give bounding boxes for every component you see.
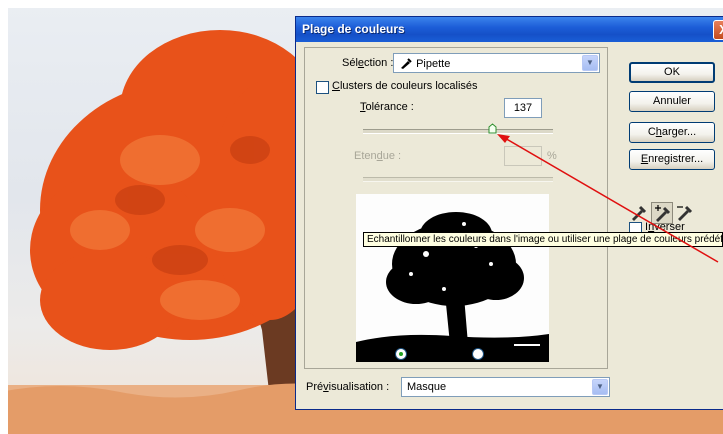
pipette-icon xyxy=(401,58,412,69)
ok-button[interactable]: OK xyxy=(629,62,715,83)
load-button[interactable]: Charger... xyxy=(629,122,715,143)
close-icon: X xyxy=(719,22,723,37)
eyedropper-minus-icon xyxy=(677,205,693,221)
selection-dropdown[interactable]: Pipette ▼ xyxy=(393,53,600,73)
mask-preview xyxy=(356,194,549,362)
eyedropper-plus-icon xyxy=(655,205,671,222)
image-radio[interactable] xyxy=(472,348,484,360)
preview-mode-label: Prévisualisation : xyxy=(306,381,390,393)
clusters-label: Clusters de couleurs localisés xyxy=(332,80,478,92)
mask-preview-image xyxy=(356,194,549,362)
tolerance-input[interactable]: 137 xyxy=(504,98,542,118)
selection-dropdown-value: Pipette xyxy=(416,58,451,70)
tolerance-label: Tolérance : xyxy=(360,101,414,113)
save-button[interactable]: Enregistrer... xyxy=(629,149,715,170)
etendue-label: Etendue : xyxy=(354,150,402,162)
dialog-titlebar[interactable]: Plage de couleurs X xyxy=(296,17,723,42)
tolerance-slider-thumb[interactable] xyxy=(488,123,497,134)
selection-label: Sélection : xyxy=(342,57,394,69)
selection-radio[interactable] xyxy=(395,348,407,360)
chevron-down-icon[interactable]: ▼ xyxy=(582,55,598,71)
eyedropper-icon xyxy=(632,205,647,221)
dialog-title: Plage de couleurs xyxy=(302,22,405,36)
etendue-unit: % xyxy=(547,150,557,162)
eyedropper-tooltip: Echantillonner les couleurs dans l'image… xyxy=(363,232,723,247)
clusters-checkbox[interactable] xyxy=(316,81,329,94)
preview-mode-dropdown[interactable]: Masque ▼ xyxy=(401,377,610,397)
image-radio-label: Image xyxy=(486,347,517,359)
color-range-dialog: Plage de couleurs X Sélection : Pipette … xyxy=(295,16,723,410)
close-button[interactable]: X xyxy=(713,20,723,40)
chevron-down-icon[interactable]: ▼ xyxy=(592,379,608,395)
etendue-slider-track[interactable] xyxy=(363,177,553,182)
selection-radio-label: Sélection xyxy=(410,347,456,359)
tolerance-slider-track[interactable] xyxy=(363,129,553,134)
cancel-button[interactable]: Annuler xyxy=(629,91,715,112)
etendue-input[interactable] xyxy=(504,146,542,166)
preview-mode-value: Masque xyxy=(407,381,447,393)
